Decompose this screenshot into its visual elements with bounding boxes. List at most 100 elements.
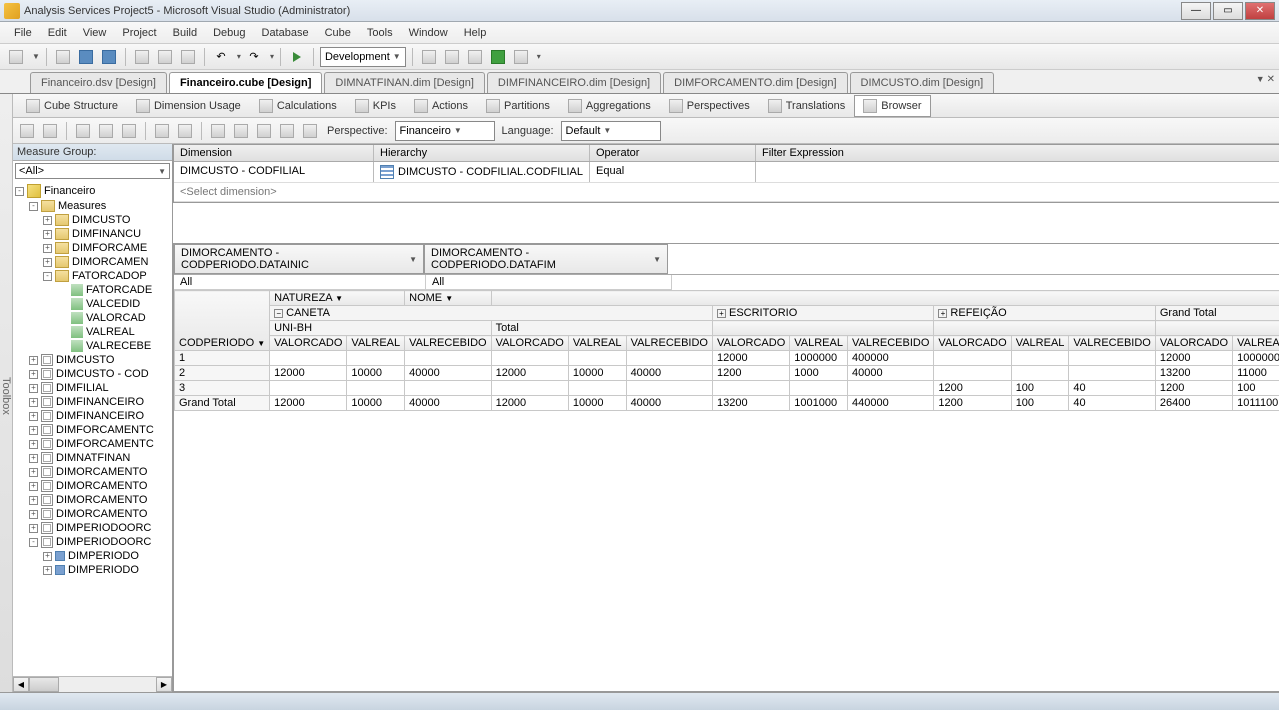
tree-toggle-icon[interactable]: +: [43, 244, 52, 253]
menu-help[interactable]: Help: [456, 25, 495, 41]
tb2-btn-1[interactable]: [73, 121, 93, 141]
menu-tools[interactable]: Tools: [359, 25, 401, 41]
tree-node[interactable]: +DIMCUSTO: [15, 353, 170, 367]
language-combo[interactable]: Default ▼: [561, 121, 661, 141]
menu-debug[interactable]: Debug: [205, 25, 253, 41]
designer-tab-browser[interactable]: Browser: [854, 95, 930, 117]
tree-toggle-icon[interactable]: +: [29, 440, 38, 449]
designer-tab-actions[interactable]: Actions: [405, 95, 477, 117]
designer-tab-kpis[interactable]: KPIs: [346, 95, 405, 117]
tab-dropdown-icon[interactable]: ▼: [1256, 74, 1265, 85]
tree-node[interactable]: -DIMPERIODOORC: [15, 535, 170, 549]
col-field-natureza[interactable]: NATUREZA ▼: [274, 292, 343, 304]
tree-toggle-icon[interactable]: +: [43, 216, 52, 225]
expando-icon[interactable]: +: [938, 309, 947, 318]
designer-tab-partitions[interactable]: Partitions: [477, 95, 559, 117]
tree-toggle-icon[interactable]: +: [29, 370, 38, 379]
tree-toggle-icon[interactable]: +: [29, 426, 38, 435]
cut-button[interactable]: [132, 47, 152, 67]
tree-node[interactable]: +DIMCUSTO - COD: [15, 367, 170, 381]
tree-toggle-icon[interactable]: +: [29, 468, 38, 477]
perspective-combo[interactable]: Financeiro ▼: [395, 121, 495, 141]
menu-cube[interactable]: Cube: [317, 25, 359, 41]
menu-project[interactable]: Project: [114, 25, 164, 41]
tree-h-scrollbar[interactable]: ◀ ▶: [13, 676, 172, 692]
tree-node[interactable]: VALORCAD: [15, 311, 170, 325]
column-field[interactable]: DIMORCAMENTO - CODPERIODO.DATAFIM▼: [424, 244, 668, 274]
tree-node[interactable]: +DIMFINANCEIRO: [15, 409, 170, 423]
designer-tab-aggregations[interactable]: Aggregations: [559, 95, 660, 117]
pivot-grid[interactable]: DIMORCAMENTO - CODPERIODO.DATAINIC▼DIMOR…: [173, 243, 1279, 692]
filter-dim-value[interactable]: DIMCUSTO - CODFILIAL: [174, 162, 374, 182]
metadata-tree[interactable]: -Financeiro-Measures+DIMCUSTO+DIMFINANCU…: [13, 181, 172, 676]
save-all-button[interactable]: [99, 47, 119, 67]
designer-tab-calculations[interactable]: Calculations: [250, 95, 346, 117]
tree-toggle-icon[interactable]: +: [43, 258, 52, 267]
menu-build[interactable]: Build: [165, 25, 205, 41]
tree-node[interactable]: +DIMORCAMENTO: [15, 479, 170, 493]
minimize-button[interactable]: —: [1181, 2, 1211, 20]
designer-tab-perspectives[interactable]: Perspectives: [660, 95, 759, 117]
measure-group-combo[interactable]: <All> ▼: [15, 163, 170, 179]
tree-toggle-icon[interactable]: +: [43, 230, 52, 239]
tree-node[interactable]: +DIMORCAMENTO: [15, 493, 170, 507]
tb2-btn-6[interactable]: [208, 121, 228, 141]
doc-tab-1[interactable]: Financeiro.cube [Design]: [169, 72, 322, 93]
designer-tab-dimension-usage[interactable]: Dimension Usage: [127, 95, 250, 117]
process-button[interactable]: [17, 121, 37, 141]
toolbar-btn-3[interactable]: [465, 47, 485, 67]
column-field[interactable]: DIMORCAMENTO - CODPERIODO.DATAINIC▼: [174, 244, 424, 274]
config-combo[interactable]: Development ▼: [320, 47, 406, 67]
tree-toggle-icon[interactable]: -: [29, 538, 38, 547]
tree-node[interactable]: -Financeiro: [15, 183, 170, 199]
start-button[interactable]: [287, 47, 307, 67]
tree-toggle-icon[interactable]: +: [29, 510, 38, 519]
tree-node[interactable]: -Measures: [15, 199, 170, 213]
tree-toggle-icon[interactable]: +: [43, 566, 52, 575]
designer-tab-cube-structure[interactable]: Cube Structure: [17, 95, 127, 117]
tree-node[interactable]: +DIMCUSTO: [15, 213, 170, 227]
menu-database[interactable]: Database: [254, 25, 317, 41]
tree-toggle-icon[interactable]: +: [29, 398, 38, 407]
toolbox-rail[interactable]: Toolbox: [0, 94, 13, 692]
designer-tab-translations[interactable]: Translations: [759, 95, 855, 117]
tree-toggle-icon[interactable]: +: [29, 482, 38, 491]
redo-button[interactable]: ↷: [244, 47, 264, 67]
tree-node[interactable]: +DIMFINANCU: [15, 227, 170, 241]
save-button[interactable]: [76, 47, 96, 67]
paste-button[interactable]: [178, 47, 198, 67]
filter-new-row[interactable]: <Select dimension>: [174, 183, 1279, 202]
tree-node[interactable]: VALREAL: [15, 325, 170, 339]
tree-toggle-icon[interactable]: +: [29, 412, 38, 421]
tree-node[interactable]: +DIMFORCAMENTC: [15, 423, 170, 437]
tree-node[interactable]: +DIMFILIAL: [15, 381, 170, 395]
filter-row[interactable]: DIMCUSTO - CODFILIAL DIMCUSTO - CODFILIA…: [174, 162, 1279, 183]
tb2-btn-10[interactable]: [300, 121, 320, 141]
tb2-btn-4[interactable]: [152, 121, 172, 141]
filter-op-value[interactable]: Equal: [590, 162, 756, 182]
row-header[interactable]: Grand Total: [175, 396, 270, 411]
tb2-btn-9[interactable]: [277, 121, 297, 141]
new-project-button[interactable]: [6, 47, 26, 67]
menu-file[interactable]: File: [6, 25, 40, 41]
tree-node[interactable]: VALCEDID: [15, 297, 170, 311]
tb2-btn-8[interactable]: [254, 121, 274, 141]
tree-node[interactable]: +DIMPERIODO: [15, 563, 170, 577]
chevron-down-icon[interactable]: ▼: [409, 255, 417, 264]
expando-icon[interactable]: −: [274, 309, 283, 318]
row-header[interactable]: 3: [175, 381, 270, 396]
tree-node[interactable]: +DIMNATFINAN: [15, 451, 170, 465]
copy-button[interactable]: [155, 47, 175, 67]
tree-node[interactable]: +DIMFINANCEIRO: [15, 395, 170, 409]
toolbar-btn-5[interactable]: [511, 47, 531, 67]
tree-node[interactable]: +DIMFORCAMENTC: [15, 437, 170, 451]
maximize-button[interactable]: ▭: [1213, 2, 1243, 20]
close-button[interactable]: ✕: [1245, 2, 1275, 20]
tree-node[interactable]: +DIMFORCAME: [15, 241, 170, 255]
tree-toggle-icon[interactable]: -: [43, 272, 52, 281]
tree-toggle-icon[interactable]: +: [29, 496, 38, 505]
tree-node[interactable]: VALRECEBE: [15, 339, 170, 353]
tree-toggle-icon[interactable]: +: [29, 356, 38, 365]
tree-toggle-icon[interactable]: +: [43, 552, 52, 561]
row-field[interactable]: CODPERIODO ▼: [179, 337, 265, 349]
